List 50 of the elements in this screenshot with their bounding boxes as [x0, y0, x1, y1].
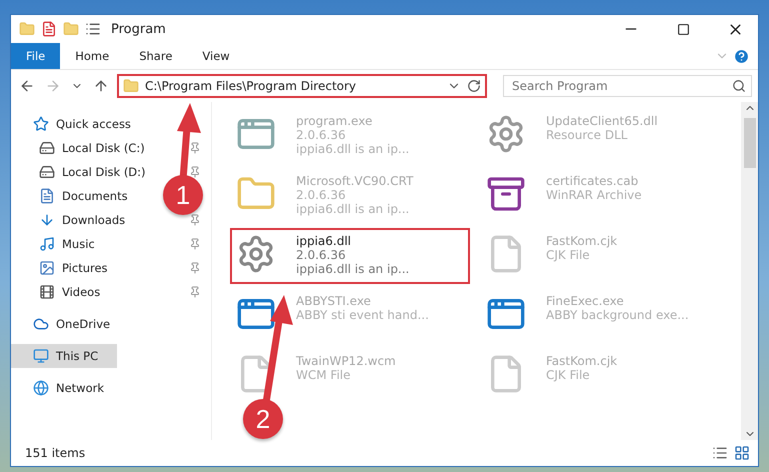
ribbon-tab[interactable]: Share [124, 43, 188, 69]
window-title: Program [111, 22, 166, 36]
sidebar-item[interactable]: Local Disk (C:) [11, 136, 157, 160]
sidebar-item[interactable]: Quick access [11, 112, 131, 136]
music-note-icon [39, 236, 55, 252]
sidebar-item[interactable]: Network [11, 376, 117, 400]
star-icon [33, 116, 49, 132]
file-item[interactable]: ippia6.dll 2.0.6.36 ippia6.dll is an ip... [230, 228, 470, 284]
scrollbar-thumb[interactable] [744, 118, 756, 168]
sidebar-item[interactable]: Pictures [11, 256, 157, 280]
sidebar-item[interactable]: This PC [11, 344, 117, 368]
sidebar-item[interactable]: Local Disk (D:) [11, 160, 157, 184]
drive-icon [39, 140, 55, 156]
address-bar[interactable]: C:\Program Files\Program Directory [117, 74, 487, 98]
ribbon-tab[interactable]: View [187, 43, 245, 69]
globe-icon [33, 380, 49, 396]
download-icon [39, 212, 55, 228]
pin-icon[interactable] [189, 262, 201, 274]
film-icon [39, 284, 55, 300]
step-number-badge: 1 [163, 175, 203, 215]
large-icons-view-icon[interactable] [734, 445, 750, 461]
document-icon [39, 188, 55, 204]
cloud-icon [33, 316, 49, 332]
search-field[interactable]: Search Program [503, 75, 752, 97]
ribbon-tab[interactable]: File [11, 43, 60, 69]
pin-icon[interactable] [189, 142, 201, 154]
drive-icon [39, 164, 55, 180]
sidebar-item[interactable]: OneDrive [11, 312, 117, 336]
scrollbar[interactable] [741, 102, 758, 440]
picture-icon [39, 260, 55, 276]
pin-icon[interactable] [189, 238, 201, 250]
sidebar-item[interactable]: Videos [11, 280, 157, 304]
sidebar-item[interactable]: Documents [11, 184, 157, 208]
step-number-badge: 2 [243, 399, 283, 439]
sidebar-item[interactable]: Music [11, 232, 157, 256]
item-count: 151 items [25, 446, 86, 460]
pin-icon[interactable] [189, 166, 201, 178]
refresh-icon[interactable] [467, 79, 481, 93]
help-icon[interactable] [733, 48, 750, 64]
pin-icon[interactable] [189, 286, 201, 298]
maximize-icon[interactable] [676, 22, 690, 36]
properties-icon[interactable] [41, 21, 57, 37]
sidebar-item[interactable]: Downloads [11, 208, 157, 232]
monitor-icon [33, 348, 49, 364]
view-icon[interactable] [85, 21, 101, 37]
pin-icon[interactable] [189, 214, 201, 226]
ribbon-tab[interactable]: Home [60, 43, 124, 69]
folder-icon [123, 78, 139, 94]
search-icon[interactable] [732, 79, 746, 93]
details-view-icon[interactable] [712, 445, 728, 461]
